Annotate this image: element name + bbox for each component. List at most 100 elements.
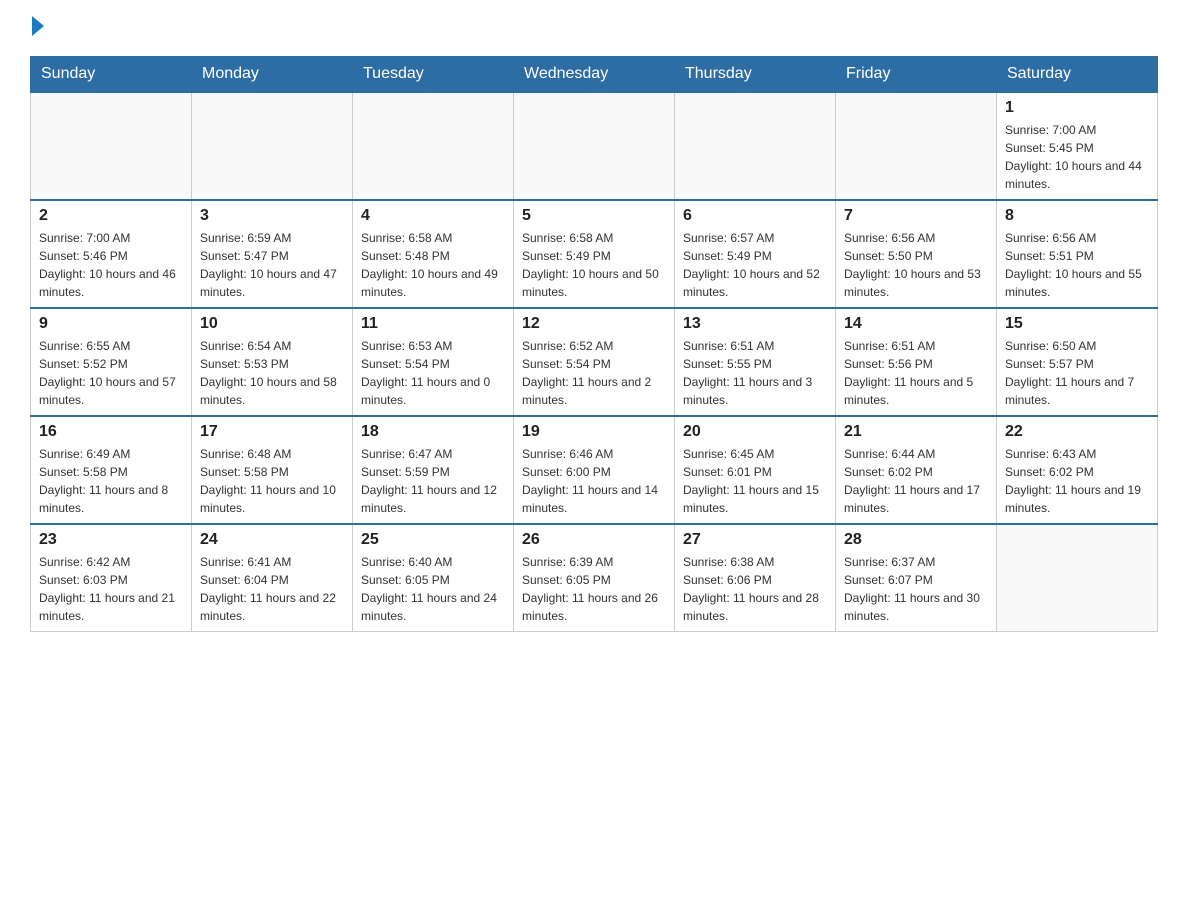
calendar-cell: 13 Sunrise: 6:51 AM Sunset: 5:55 PM Dayli… — [675, 308, 836, 416]
day-info: Sunrise: 6:44 AM Sunset: 6:02 PM Dayligh… — [844, 445, 988, 517]
calendar-cell: 25 Sunrise: 6:40 AM Sunset: 6:05 PM Dayli… — [353, 524, 514, 632]
calendar-week-row: 1Sunrise: 7:00 AM Sunset: 5:45 PM Daylig… — [31, 92, 1158, 200]
calendar-week-row: 23 Sunrise: 6:42 AM Sunset: 6:03 PM Dayli… — [31, 524, 1158, 632]
calendar-cell: 10 Sunrise: 6:54 AM Sunset: 5:53 PM Dayli… — [192, 308, 353, 416]
calendar-cell: 14 Sunrise: 6:51 AM Sunset: 5:56 PM Dayli… — [836, 308, 997, 416]
day-number: 6 — [683, 207, 827, 225]
calendar-cell: 26 Sunrise: 6:39 AM Sunset: 6:05 PM Dayli… — [514, 524, 675, 632]
calendar-cell — [31, 92, 192, 200]
day-number: 14 — [844, 315, 988, 333]
day-info: Sunrise: 6:59 AM Sunset: 5:47 PM Dayligh… — [200, 229, 344, 301]
calendar-cell: 12 Sunrise: 6:52 AM Sunset: 5:54 PM Dayli… — [514, 308, 675, 416]
day-info: Sunrise: 6:42 AM Sunset: 6:03 PM Dayligh… — [39, 553, 183, 625]
day-info: Sunrise: 6:56 AM Sunset: 5:51 PM Dayligh… — [1005, 229, 1149, 301]
day-info: Sunrise: 6:54 AM Sunset: 5:53 PM Dayligh… — [200, 337, 344, 409]
day-number: 21 — [844, 423, 988, 441]
day-info: Sunrise: 6:46 AM Sunset: 6:00 PM Dayligh… — [522, 445, 666, 517]
day-info: Sunrise: 6:57 AM Sunset: 5:49 PM Dayligh… — [683, 229, 827, 301]
day-number: 25 — [361, 531, 505, 549]
day-number: 27 — [683, 531, 827, 549]
day-of-week-header: Monday — [192, 57, 353, 93]
calendar-cell — [192, 92, 353, 200]
day-number: 12 — [522, 315, 666, 333]
day-number: 22 — [1005, 423, 1149, 441]
day-number: 9 — [39, 315, 183, 333]
calendar-cell: 20Sunrise: 6:45 AM Sunset: 6:01 PM Dayli… — [675, 416, 836, 524]
day-of-week-header: Friday — [836, 57, 997, 93]
day-of-week-header: Wednesday — [514, 57, 675, 93]
calendar-cell: 27 Sunrise: 6:38 AM Sunset: 6:06 PM Dayli… — [675, 524, 836, 632]
day-number: 24 — [200, 531, 344, 549]
day-info: Sunrise: 6:58 AM Sunset: 5:49 PM Dayligh… — [522, 229, 666, 301]
calendar-cell — [514, 92, 675, 200]
calendar-cell: 5 Sunrise: 6:58 AM Sunset: 5:49 PM Daylig… — [514, 200, 675, 308]
day-number: 3 — [200, 207, 344, 225]
day-info: Sunrise: 6:52 AM Sunset: 5:54 PM Dayligh… — [522, 337, 666, 409]
day-number: 11 — [361, 315, 505, 333]
day-number: 26 — [522, 531, 666, 549]
day-info: Sunrise: 6:48 AM Sunset: 5:58 PM Dayligh… — [200, 445, 344, 517]
day-info: Sunrise: 6:51 AM Sunset: 5:56 PM Dayligh… — [844, 337, 988, 409]
day-number: 7 — [844, 207, 988, 225]
day-of-week-header: Thursday — [675, 57, 836, 93]
calendar-cell: 19 Sunrise: 6:46 AM Sunset: 6:00 PM Dayli… — [514, 416, 675, 524]
page-header — [30, 20, 1158, 36]
calendar-cell: 2 Sunrise: 7:00 AM Sunset: 5:46 PM Daylig… — [31, 200, 192, 308]
calendar-cell: 21 Sunrise: 6:44 AM Sunset: 6:02 PM Dayli… — [836, 416, 997, 524]
day-number: 10 — [200, 315, 344, 333]
calendar-cell: 17 Sunrise: 6:48 AM Sunset: 5:58 PM Dayli… — [192, 416, 353, 524]
day-number: 15 — [1005, 315, 1149, 333]
day-info: Sunrise: 6:37 AM Sunset: 6:07 PM Dayligh… — [844, 553, 988, 625]
calendar-week-row: 16Sunrise: 6:49 AM Sunset: 5:58 PM Dayli… — [31, 416, 1158, 524]
day-info: Sunrise: 6:41 AM Sunset: 6:04 PM Dayligh… — [200, 553, 344, 625]
day-info: Sunrise: 6:39 AM Sunset: 6:05 PM Dayligh… — [522, 553, 666, 625]
day-number: 5 — [522, 207, 666, 225]
day-number: 2 — [39, 207, 183, 225]
day-info: Sunrise: 6:51 AM Sunset: 5:55 PM Dayligh… — [683, 337, 827, 409]
calendar-cell: 1Sunrise: 7:00 AM Sunset: 5:45 PM Daylig… — [997, 92, 1158, 200]
calendar-cell: 7Sunrise: 6:56 AM Sunset: 5:50 PM Daylig… — [836, 200, 997, 308]
day-info: Sunrise: 6:58 AM Sunset: 5:48 PM Dayligh… — [361, 229, 505, 301]
day-info: Sunrise: 6:53 AM Sunset: 5:54 PM Dayligh… — [361, 337, 505, 409]
day-number: 18 — [361, 423, 505, 441]
day-number: 4 — [361, 207, 505, 225]
day-info: Sunrise: 6:38 AM Sunset: 6:06 PM Dayligh… — [683, 553, 827, 625]
calendar-cell: 24 Sunrise: 6:41 AM Sunset: 6:04 PM Dayli… — [192, 524, 353, 632]
day-info: Sunrise: 6:40 AM Sunset: 6:05 PM Dayligh… — [361, 553, 505, 625]
day-info: Sunrise: 6:45 AM Sunset: 6:01 PM Dayligh… — [683, 445, 827, 517]
calendar-cell: 16Sunrise: 6:49 AM Sunset: 5:58 PM Dayli… — [31, 416, 192, 524]
calendar-cell: 15 Sunrise: 6:50 AM Sunset: 5:57 PM Dayli… — [997, 308, 1158, 416]
calendar-cell: 22 Sunrise: 6:43 AM Sunset: 6:02 PM Dayli… — [997, 416, 1158, 524]
day-info: Sunrise: 6:50 AM Sunset: 5:57 PM Dayligh… — [1005, 337, 1149, 409]
day-number: 23 — [39, 531, 183, 549]
calendar-cell: 18 Sunrise: 6:47 AM Sunset: 5:59 PM Dayli… — [353, 416, 514, 524]
day-info: Sunrise: 6:55 AM Sunset: 5:52 PM Dayligh… — [39, 337, 183, 409]
calendar-week-row: 2 Sunrise: 7:00 AM Sunset: 5:46 PM Daylig… — [31, 200, 1158, 308]
day-info: Sunrise: 7:00 AM Sunset: 5:46 PM Dayligh… — [39, 229, 183, 301]
day-of-week-header: Sunday — [31, 57, 192, 93]
calendar-header-row: SundayMondayTuesdayWednesdayThursdayFrid… — [31, 57, 1158, 93]
day-info: Sunrise: 6:49 AM Sunset: 5:58 PM Dayligh… — [39, 445, 183, 517]
day-of-week-header: Tuesday — [353, 57, 514, 93]
day-info: Sunrise: 6:43 AM Sunset: 6:02 PM Dayligh… — [1005, 445, 1149, 517]
calendar-cell: 28 Sunrise: 6:37 AM Sunset: 6:07 PM Dayli… — [836, 524, 997, 632]
logo — [30, 20, 44, 36]
calendar-cell: 4 Sunrise: 6:58 AM Sunset: 5:48 PM Daylig… — [353, 200, 514, 308]
calendar-cell: 11 Sunrise: 6:53 AM Sunset: 5:54 PM Dayli… — [353, 308, 514, 416]
calendar-cell: 8 Sunrise: 6:56 AM Sunset: 5:51 PM Daylig… — [997, 200, 1158, 308]
day-number: 8 — [1005, 207, 1149, 225]
calendar-cell — [836, 92, 997, 200]
day-info: Sunrise: 6:47 AM Sunset: 5:59 PM Dayligh… — [361, 445, 505, 517]
calendar-cell — [997, 524, 1158, 632]
calendar-cell: 6 Sunrise: 6:57 AM Sunset: 5:49 PM Daylig… — [675, 200, 836, 308]
calendar-cell: 3 Sunrise: 6:59 AM Sunset: 5:47 PM Daylig… — [192, 200, 353, 308]
calendar-cell: 23 Sunrise: 6:42 AM Sunset: 6:03 PM Dayli… — [31, 524, 192, 632]
day-number: 17 — [200, 423, 344, 441]
day-number: 28 — [844, 531, 988, 549]
day-of-week-header: Saturday — [997, 57, 1158, 93]
day-number: 19 — [522, 423, 666, 441]
logo-arrow-icon — [32, 16, 44, 36]
day-number: 13 — [683, 315, 827, 333]
calendar-table: SundayMondayTuesdayWednesdayThursdayFrid… — [30, 56, 1158, 632]
day-info: Sunrise: 7:00 AM Sunset: 5:45 PM Dayligh… — [1005, 121, 1149, 193]
